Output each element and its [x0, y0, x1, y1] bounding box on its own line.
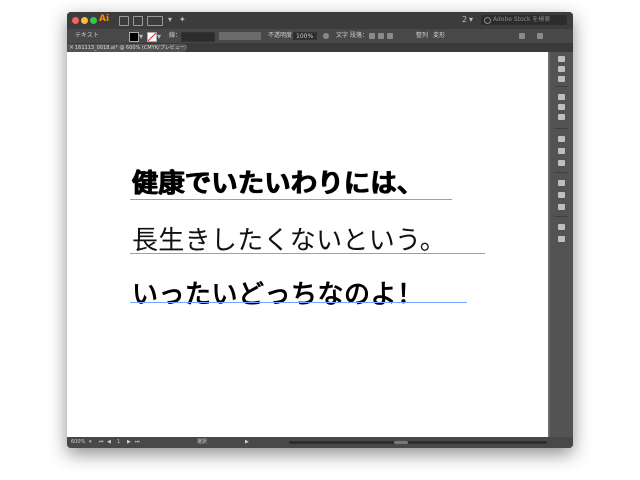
next-page-icon[interactable]: ▶ — [127, 437, 131, 448]
gpu-performance-icon[interactable]: ✦ — [179, 15, 186, 24]
close-icon[interactable]: × — [69, 44, 74, 52]
stock-icon[interactable] — [133, 16, 143, 26]
variable-width-profile[interactable] — [219, 32, 261, 40]
panel-dock — [550, 52, 573, 437]
transparency-icon[interactable] — [558, 160, 565, 166]
scroll-thumb[interactable] — [394, 441, 408, 444]
document-tab-bar: × 161113_0018.ai* @ 600% (CMYK/プレビュー) — [67, 44, 573, 52]
align-center-icon[interactable] — [378, 33, 384, 39]
align-right-icon[interactable] — [387, 33, 393, 39]
fill-swatch[interactable] — [129, 32, 139, 42]
paragraph-link[interactable]: 段落： — [350, 29, 368, 43]
transform-link[interactable]: 変形 — [433, 29, 445, 43]
character-link[interactable]: 文字 — [336, 29, 348, 43]
workspace-chevron-icon[interactable]: ▾ — [469, 15, 473, 24]
first-page-icon[interactable]: ⏮ — [99, 437, 104, 448]
search-icon — [484, 17, 491, 24]
document-tab[interactable]: × 161113_0018.ai* @ 600% (CMYK/プレビュー) — [67, 44, 187, 52]
workspace-switcher[interactable]: 2 — [462, 15, 467, 24]
search-input[interactable]: Adobe Stock を検索 — [481, 15, 567, 25]
properties-icon[interactable] — [558, 66, 565, 72]
close-window-button[interactable] — [72, 17, 79, 24]
arrange-documents-icon[interactable] — [147, 16, 163, 26]
image-trace-icon[interactable] — [558, 94, 565, 100]
document-title: 161113_0018.ai* @ 600% (CMYK/プレビュー) — [75, 45, 187, 51]
stroke-swatch[interactable] — [147, 32, 157, 42]
selection-type-label: テキスト — [75, 32, 99, 39]
text-line-2[interactable]: 長生きしたくないという。 — [132, 228, 446, 254]
minimize-window-button[interactable] — [81, 17, 88, 24]
search-placeholder: Adobe Stock を検索 — [493, 16, 551, 23]
stroke-panel-icon[interactable] — [558, 136, 565, 142]
gradient-icon[interactable] — [558, 148, 565, 154]
artboards-panel-icon[interactable] — [558, 236, 565, 242]
artboards-icon[interactable] — [558, 204, 565, 210]
chevron-down-icon[interactable]: ▾ — [168, 15, 172, 24]
dock-divider — [555, 216, 568, 217]
opacity-value: 100% — [296, 33, 314, 40]
appearance-icon[interactable] — [558, 180, 565, 186]
align-link[interactable]: 整列 — [416, 29, 428, 43]
baseline-guide-3 — [130, 302, 467, 303]
graphic-styles-icon[interactable] — [558, 192, 565, 198]
horizontal-scrollbar[interactable] — [289, 441, 547, 444]
links-icon[interactable] — [558, 76, 565, 82]
status-play-icon[interactable]: ▶ — [245, 437, 249, 448]
recolor-icon[interactable] — [323, 33, 329, 39]
page-number[interactable]: 1 — [117, 437, 120, 448]
zoom-window-button[interactable] — [90, 17, 97, 24]
baseline-guide-1 — [130, 199, 452, 200]
bridge-icon[interactable] — [119, 16, 129, 26]
text-line-1[interactable]: 健康でいたいわりには、 — [132, 171, 424, 197]
layers-icon[interactable] — [558, 224, 565, 230]
stroke-label: 線： — [169, 32, 182, 39]
dock-divider — [555, 172, 568, 173]
align-left-icon[interactable] — [369, 33, 375, 39]
baseline-guide-2 — [130, 253, 485, 254]
status-bar: 600% ▾ ⏮ ◀ 1 ▶ ⏭ 選択 ▶ — [67, 437, 573, 448]
artboard-canvas[interactable]: 健康でいたいわりには、 長生きしたくないという。 いったいどっちなのよ！ — [67, 52, 548, 437]
brushes-icon[interactable] — [558, 104, 565, 110]
dock-divider — [555, 86, 568, 87]
isolate-icon[interactable] — [519, 33, 525, 39]
stroke-chevron-icon[interactable]: ▾ — [157, 30, 161, 44]
dock-divider — [555, 128, 568, 129]
title-bar: Ai ▾ ✦ 2 ▾ Adobe Stock を検索 — [67, 12, 573, 29]
text-line-3[interactable]: いったいどっちなのよ！ — [132, 282, 424, 308]
panel-menu-icon[interactable] — [537, 33, 543, 39]
zoom-level[interactable]: 600% — [71, 437, 85, 448]
libraries-icon[interactable] — [558, 56, 565, 62]
prev-page-icon[interactable]: ◀ — [107, 437, 111, 448]
symbols-icon[interactable] — [558, 114, 565, 120]
fill-chevron-icon[interactable]: ▾ — [139, 30, 143, 44]
opacity-field[interactable]: 100% — [293, 32, 317, 40]
app-logo: Ai — [99, 14, 110, 24]
illustrator-window: Ai ▾ ✦ 2 ▾ Adobe Stock を検索 テキスト ▾ ▾ 線： 不… — [67, 12, 573, 448]
stroke-weight-field[interactable] — [181, 32, 215, 42]
status-mode[interactable]: 選択 — [197, 437, 207, 448]
last-page-icon[interactable]: ⏭ — [135, 437, 140, 448]
zoom-chevron-icon[interactable]: ▾ — [89, 437, 92, 448]
control-bar: テキスト ▾ ▾ 線： 不透明度： 100% 文字 段落： 整列 変形 — [67, 29, 573, 44]
